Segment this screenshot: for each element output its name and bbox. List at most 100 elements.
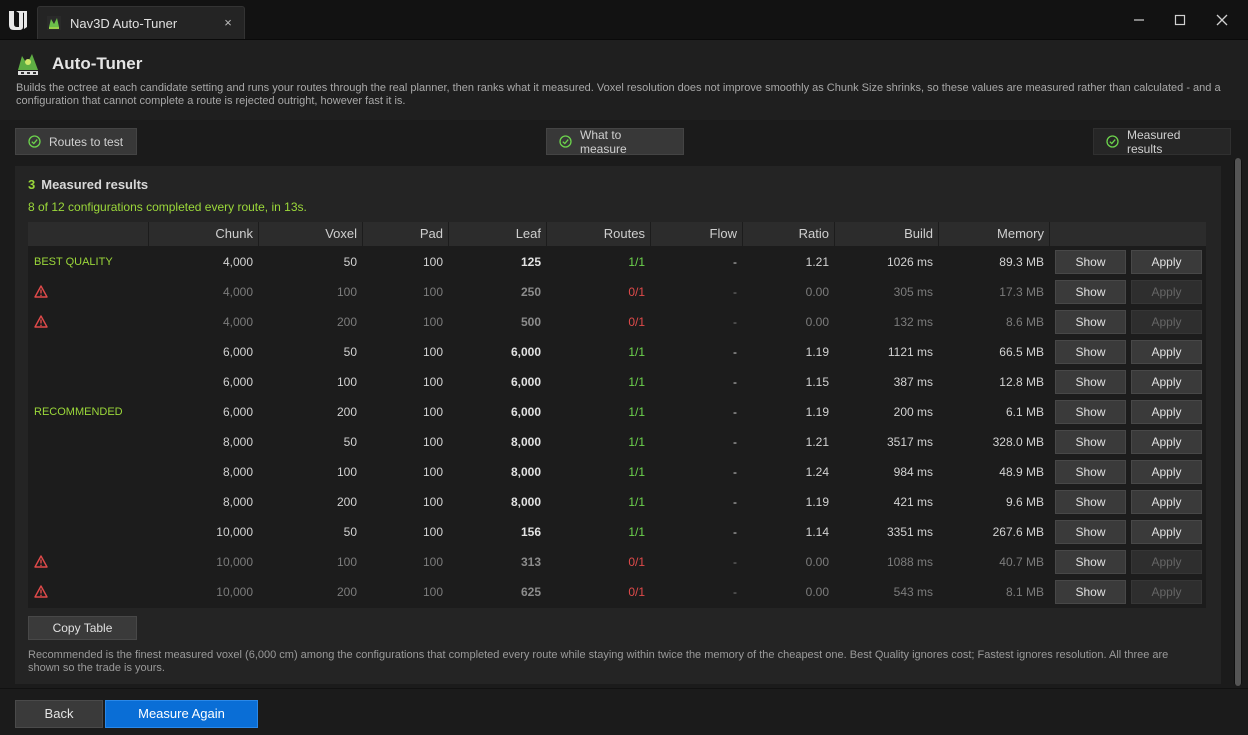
column-header-pad[interactable]: Pad	[362, 222, 448, 246]
show-button[interactable]: Show	[1055, 520, 1126, 544]
cell-chunk: 8,000	[222, 495, 253, 509]
scrollbar-thumb[interactable]	[1235, 158, 1241, 686]
auto-tuner-icon	[15, 50, 41, 78]
column-header-routes[interactable]: Routes	[546, 222, 650, 246]
cell-chunk: 4,000	[222, 285, 253, 299]
cell-label: RECOMMENDED	[34, 406, 123, 418]
cell-label	[28, 307, 148, 337]
show-button[interactable]: Show	[1055, 550, 1126, 574]
step-measured-results[interactable]: Measured results	[1093, 128, 1231, 156]
cell-label	[28, 517, 148, 547]
apply-button[interactable]: Apply	[1131, 340, 1202, 364]
cell-voxel: 50	[343, 525, 357, 539]
column-header-flow[interactable]: Flow	[650, 222, 742, 246]
cell-build: 543 ms	[893, 585, 933, 599]
step-what-to-measure[interactable]: What to measure	[546, 128, 684, 156]
cell-leaf: 8,000	[510, 495, 541, 509]
cell-build: 1121 ms	[887, 345, 933, 359]
cell-voxel: 200	[336, 315, 357, 329]
table-row: 4,000 200 100 500 0/1 - 0.00 132 ms 8.6 MB Show Ap…	[28, 307, 1206, 337]
apply-button[interactable]: Apply	[1131, 400, 1202, 424]
tab-title: Nav3D Auto-Tuner	[70, 16, 178, 31]
cell-voxel: 100	[336, 285, 357, 299]
cell-ratio: 0.00	[805, 555, 829, 569]
column-header-leaf[interactable]: Leaf	[448, 222, 546, 246]
cell-chunk: 8,000	[222, 435, 253, 449]
cell-pad: 100	[422, 465, 443, 479]
cell-chunk: 4,000	[222, 315, 253, 329]
results-heading-label: Measured results	[41, 177, 149, 192]
apply-button[interactable]: Apply	[1131, 250, 1202, 274]
column-header-label	[28, 222, 148, 246]
apply-button: Apply	[1131, 550, 1202, 574]
close-window-button[interactable]	[1204, 6, 1240, 34]
show-button[interactable]: Show	[1055, 310, 1126, 334]
cell-build: 200 ms	[893, 405, 933, 419]
back-button[interactable]: Back	[15, 700, 103, 728]
cell-voxel: 200	[336, 405, 357, 419]
cell-build: 984 ms	[893, 465, 933, 479]
tab-close-icon[interactable]: ×	[220, 15, 236, 31]
apply-button: Apply	[1131, 580, 1202, 604]
table-row: 6,000 100 100 6,000 1/1 - 1.15 387 ms 12.8 MB Sho…	[28, 367, 1206, 397]
step-routes-to-test[interactable]: Routes to test	[15, 128, 137, 155]
cell-flow: -	[733, 435, 737, 449]
cell-leaf: 500	[520, 315, 541, 329]
apply-button[interactable]: Apply	[1131, 370, 1202, 394]
apply-button[interactable]: Apply	[1131, 490, 1202, 514]
step-routes-label: Routes to test	[49, 134, 124, 149]
results-table: Chunk Voxel Pad Leaf Routes Flow Ratio Build Mem…	[28, 222, 1206, 608]
cell-flow: -	[733, 555, 737, 569]
vertical-scrollbar[interactable]	[1234, 158, 1242, 686]
table-row: 10,000 100 100 313 0/1 - 0.00 1088 ms 40.7 MB Sho…	[28, 547, 1206, 577]
cell-build: 421 ms	[893, 495, 933, 509]
cell-build: 1088 ms	[886, 555, 933, 569]
cell-memory: 328.0 MB	[992, 435, 1044, 449]
cell-ratio: 0.00	[805, 285, 829, 299]
page-description: Builds the octree at each candidate sett…	[16, 82, 1221, 107]
cell-routes: 1/1	[628, 375, 645, 389]
apply-button[interactable]: Apply	[1131, 520, 1202, 544]
show-button[interactable]: Show	[1055, 250, 1126, 274]
results-panel: 3 Measured results 8 of 12 configurations…	[15, 166, 1221, 684]
column-header-voxel[interactable]: Voxel	[258, 222, 362, 246]
column-header-build[interactable]: Build	[834, 222, 938, 246]
show-button[interactable]: Show	[1055, 490, 1126, 514]
measure-again-button[interactable]: Measure Again	[105, 700, 258, 728]
column-header-chunk[interactable]: Chunk	[148, 222, 258, 246]
document-tab[interactable]: Nav3D Auto-Tuner ×	[37, 6, 245, 39]
table-row: 10,000 200 100 625 0/1 - 0.00 543 ms 8.1 MB Show A…	[28, 577, 1206, 607]
cell-routes: 1/1	[628, 255, 645, 269]
cell-leaf: 625	[520, 585, 541, 599]
minimize-icon	[1134, 19, 1144, 21]
table-row: 8,000 100 100 8,000 1/1 - 1.24 984 ms 48.9 MB Sho…	[28, 457, 1206, 487]
cell-label	[28, 577, 148, 607]
cell-pad: 100	[422, 495, 443, 509]
content-area: Routes to test What to measure Measured …	[0, 120, 1248, 688]
show-button[interactable]: Show	[1055, 430, 1126, 454]
column-header-ratio[interactable]: Ratio	[742, 222, 834, 246]
cell-label	[28, 547, 148, 577]
cell-pad: 100	[422, 555, 443, 569]
column-header-actions	[1049, 222, 1206, 246]
cell-memory: 89.3 MB	[999, 255, 1044, 269]
show-button[interactable]: Show	[1055, 340, 1126, 364]
apply-button[interactable]: Apply	[1131, 430, 1202, 454]
column-header-memory[interactable]: Memory	[938, 222, 1049, 246]
page-title: Auto-Tuner	[52, 54, 143, 73]
show-button[interactable]: Show	[1055, 580, 1126, 604]
maximize-button[interactable]	[1162, 6, 1198, 34]
cell-flow: -	[733, 345, 737, 359]
cell-routes: 1/1	[628, 345, 645, 359]
cell-flow: -	[733, 315, 737, 329]
copy-table-button[interactable]: Copy Table	[28, 616, 137, 640]
apply-button: Apply	[1131, 280, 1202, 304]
apply-button[interactable]: Apply	[1131, 460, 1202, 484]
show-button[interactable]: Show	[1055, 460, 1126, 484]
maximize-icon	[1174, 14, 1186, 26]
show-button[interactable]: Show	[1055, 370, 1126, 394]
results-summary: 8 of 12 configurations completed every r…	[28, 200, 307, 214]
show-button[interactable]: Show	[1055, 400, 1126, 424]
minimize-button[interactable]	[1121, 6, 1157, 34]
show-button[interactable]: Show	[1055, 280, 1126, 304]
